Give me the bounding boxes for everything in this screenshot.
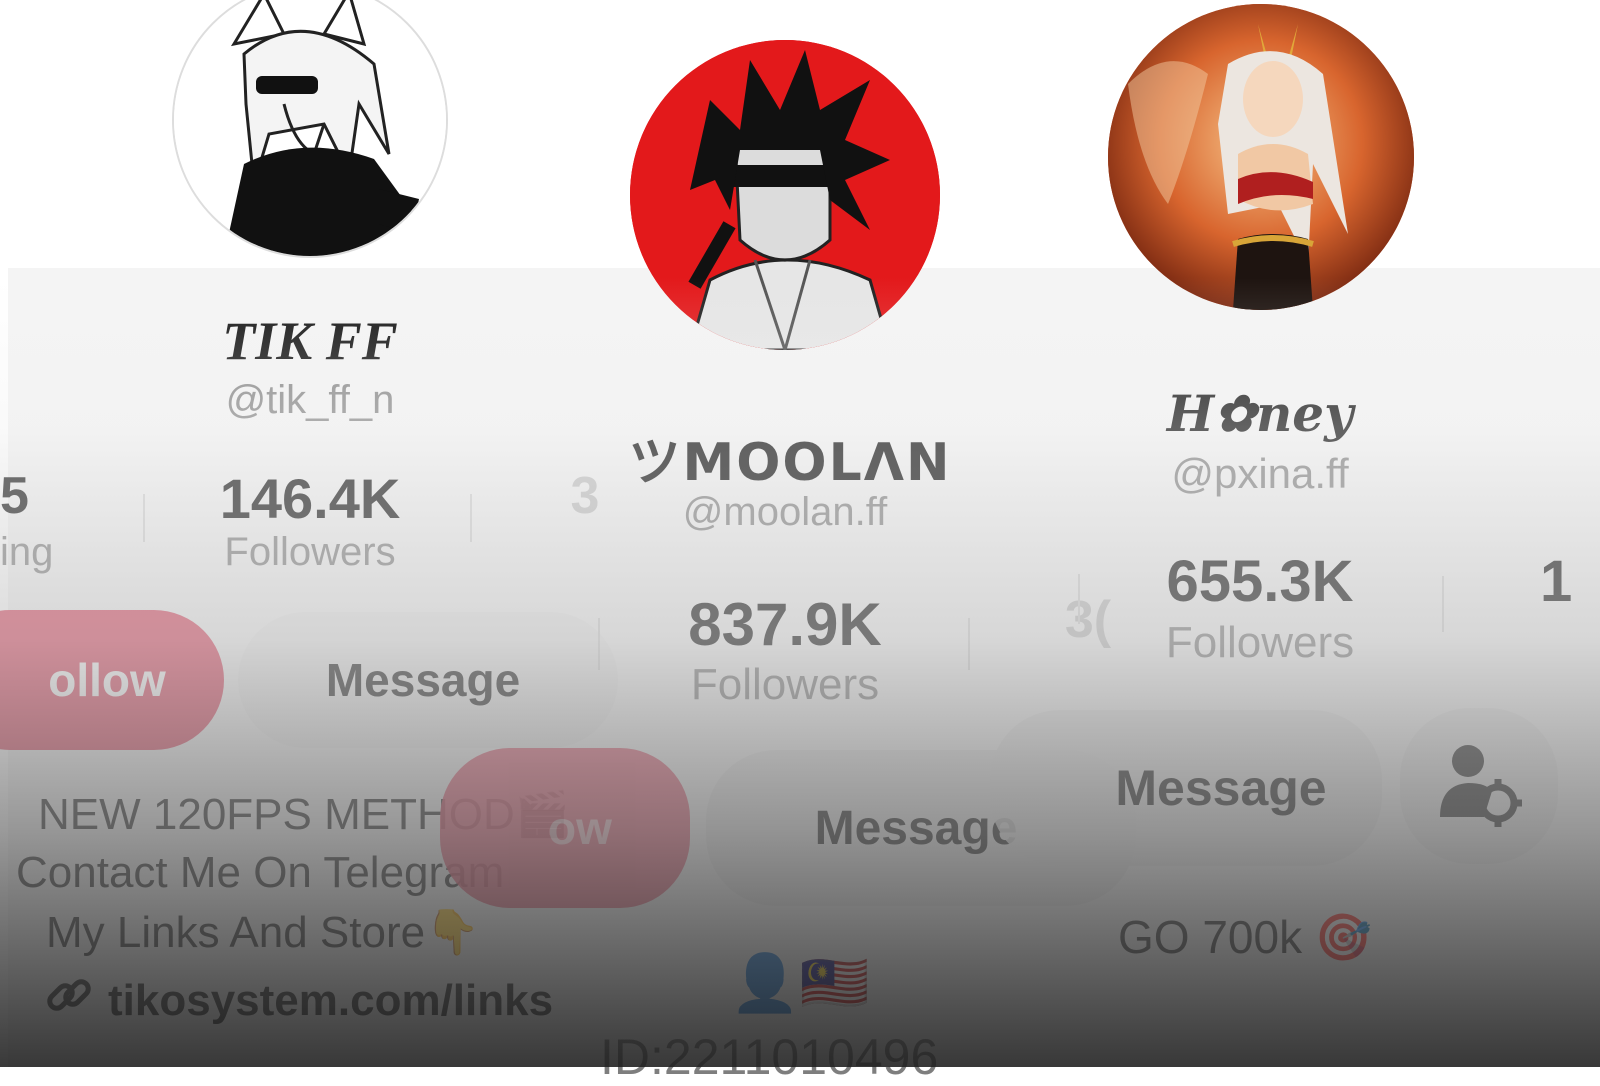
message-button-label: Message	[325, 654, 521, 706]
followers-label-tik-ff: Followers	[224, 530, 396, 574]
stat-divider	[143, 494, 145, 542]
message-button-honey[interactable]: Message	[990, 710, 1382, 866]
followers-label-moolan: Followers	[690, 660, 880, 709]
person-gear-icon	[1434, 739, 1524, 834]
stat-divider	[968, 618, 970, 670]
bio-line-2-tik-ff: Contact Me On Telegram	[16, 848, 505, 897]
stat-divider	[1078, 574, 1080, 624]
followers-count-honey: 655.3K	[1166, 549, 1354, 614]
ghost-stat-glyph: 3	[570, 467, 600, 525]
follow-button-label: ow	[548, 802, 612, 854]
bio-link-tik-ff[interactable]: tikosystem.com/links	[44, 970, 553, 1031]
bio-id-moolan: ID:2211010496	[600, 1029, 939, 1085]
partial-stat-value-1: 5	[0, 467, 29, 525]
anime-character-flames-icon	[1108, 4, 1414, 310]
message-button-label: Message	[814, 801, 1018, 855]
followers-count-tik-ff: 146.4K	[219, 467, 401, 530]
stat-divider	[470, 494, 472, 542]
stat-divider	[1442, 576, 1444, 632]
follow-button-label: ollow	[48, 654, 166, 706]
partial-stat-label-1: ing	[0, 530, 54, 574]
bio-link-text: tikosystem.com/links	[108, 975, 554, 1025]
profile-settings-button[interactable]	[1400, 708, 1558, 864]
follow-button-tik-ff[interactable]: ollow	[0, 610, 224, 750]
bio-emoji-moolan: 👤🇲🇾	[730, 951, 870, 1014]
link-icon	[44, 970, 94, 1031]
partial-stat-value-3: 1	[1540, 549, 1573, 614]
followers-count-moolan: 837.9K	[688, 591, 882, 658]
profile-avatar-honey[interactable]	[1108, 4, 1414, 310]
bio-line-3-tik-ff: My Links And Store👇	[46, 908, 480, 957]
stat-divider	[598, 618, 600, 670]
follow-button-moolan[interactable]: ow	[440, 748, 690, 908]
handle-moolan: @moolan.ff	[682, 490, 888, 534]
display-name-honey: H✿ney	[1166, 384, 1354, 443]
message-button-tik-ff[interactable]: Message	[238, 612, 618, 748]
followers-label-honey: Followers	[1165, 618, 1355, 667]
handle-tik-ff: @tik_ff_n	[225, 378, 395, 422]
anime-character-blindfold-icon	[630, 40, 940, 350]
message-button-label: Message	[1115, 760, 1327, 816]
anime-character-sunglasses-icon	[174, 0, 446, 256]
handle-honey: @pxina.ff	[1171, 450, 1349, 497]
ghost-stat-glyph: 3(	[1064, 591, 1112, 649]
display-name-tik-ff: TIK FF	[222, 311, 398, 371]
profile-avatar-moolan[interactable]	[630, 40, 940, 350]
bio-line-honey: GO 700k 🎯	[1118, 911, 1373, 963]
display-name-moolan: ツMOOLΛN	[628, 433, 952, 493]
profile-avatar-tik-ff[interactable]	[172, 0, 448, 258]
